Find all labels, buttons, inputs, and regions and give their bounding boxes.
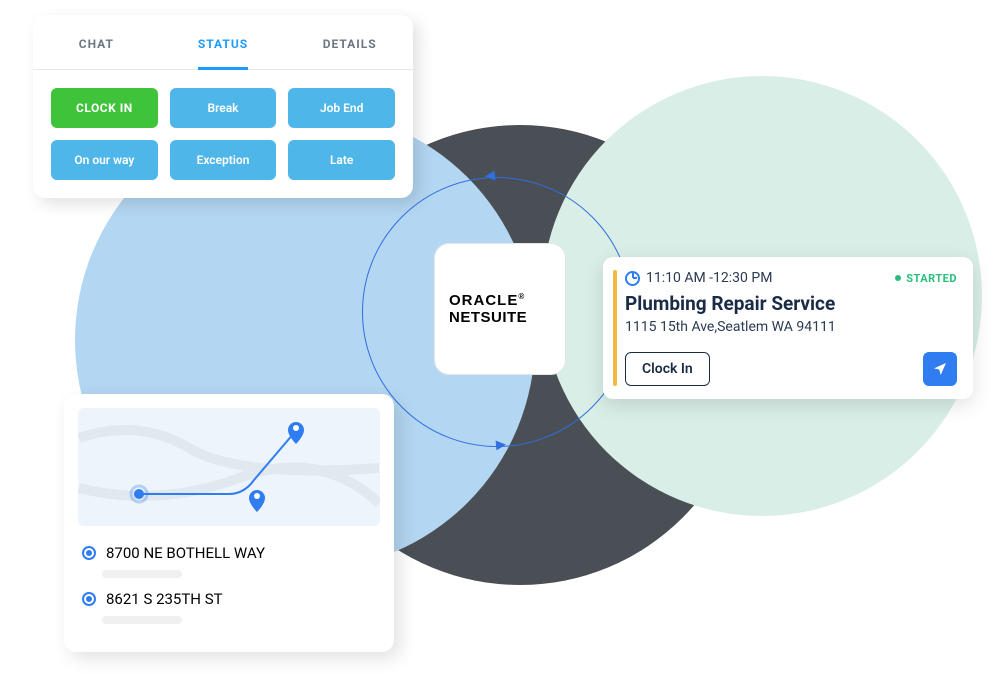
- clock-in-outline-button[interactable]: Clock In: [625, 352, 710, 386]
- radio-selected-icon: [82, 592, 96, 606]
- job-end-button[interactable]: Job End: [288, 88, 395, 128]
- route-address-item[interactable]: 8700 NE BOTHELL WAY: [78, 540, 380, 566]
- radio-selected-icon: [82, 546, 96, 560]
- map-illustration: [78, 408, 380, 526]
- tab-chat[interactable]: CHAT: [33, 15, 160, 69]
- job-bottom-row: Clock In: [625, 352, 957, 386]
- late-button[interactable]: Late: [288, 140, 395, 180]
- job-time: 11:10 AM -12:30 PM: [646, 270, 772, 286]
- job-title: Plumbing Repair Service: [625, 292, 957, 315]
- exception-button[interactable]: Exception: [170, 140, 277, 180]
- status-tabs: CHAT STATUS DETAILS: [33, 15, 413, 70]
- route-card: 8700 NE BOTHELL WAY 8621 S 235TH ST: [64, 394, 394, 652]
- placeholder-line: [102, 616, 182, 624]
- placeholder-line: [102, 570, 182, 578]
- clock-icon: [625, 271, 640, 286]
- tab-details[interactable]: DETAILS: [286, 15, 413, 69]
- break-button[interactable]: Break: [170, 88, 277, 128]
- tab-status[interactable]: STATUS: [160, 15, 287, 69]
- status-button-grid: CLOCK IN Break Job End On our way Except…: [33, 70, 413, 198]
- route-address-text: 8621 S 235TH ST: [106, 590, 223, 608]
- route-address-item[interactable]: 8621 S 235TH ST: [78, 586, 380, 612]
- map-preview: [78, 408, 380, 526]
- orbit-arrow-icon: [496, 440, 507, 451]
- navigate-button[interactable]: [923, 352, 957, 386]
- job-card: 11:10 AM -12:30 PM STARTED Plumbing Repa…: [603, 257, 973, 399]
- registered-trademark-icon: ®: [518, 292, 525, 301]
- clock-in-button[interactable]: CLOCK IN: [51, 88, 158, 128]
- job-address: 1115 15th Ave,Seatlem WA 94111: [625, 319, 957, 335]
- logo-text-netsuite: NETSUITE: [449, 309, 527, 326]
- logo-text-oracle: ORACLE®: [449, 292, 525, 309]
- route-address-text: 8700 NE BOTHELL WAY: [106, 544, 265, 562]
- status-panel: CHAT STATUS DETAILS CLOCK IN Break Job E…: [33, 15, 413, 198]
- job-status-badge: STARTED: [895, 272, 957, 285]
- navigation-arrow-icon: [932, 361, 948, 377]
- job-top-line: 11:10 AM -12:30 PM STARTED: [625, 270, 957, 286]
- orbit-arrow-icon: [485, 171, 496, 182]
- integration-logo-card: ORACLE® NETSUITE: [435, 244, 565, 374]
- logo-oracle-word: ORACLE: [449, 292, 518, 309]
- on-our-way-button[interactable]: On our way: [51, 140, 158, 180]
